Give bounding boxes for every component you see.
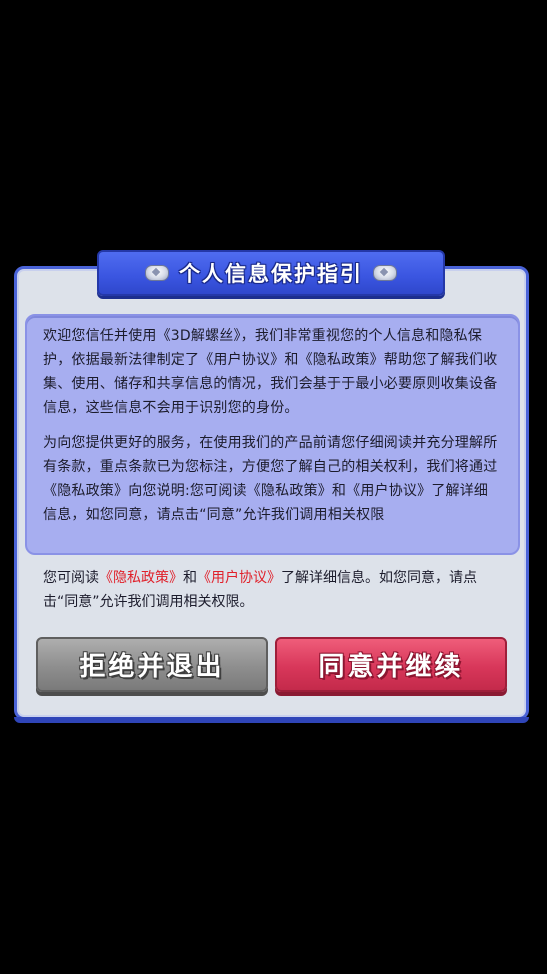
note-and: 和 <box>183 570 197 586</box>
agree-button-label: 同意并继续 <box>318 652 464 682</box>
consent-note: 您可阅读《隐私政策》和《用户协议》了解详细信息。如您同意，请点击“同意”允许我们… <box>43 566 505 614</box>
privacy-policy-link[interactable]: 《隐私政策》 <box>99 570 183 586</box>
info-paragraph-1: 欢迎您信任并使用《3D解螺丝》，我们非常重视您的个人信息和隐私保护，依据最新法律… <box>43 328 498 416</box>
info-paragraph-2: 为向您提供更好的服务，在使用我们的产品前请您仔细阅读并充分理解所有条款，重点条款… <box>43 435 498 523</box>
dialog-title-banner: 个人信息保护指引 <box>97 250 445 296</box>
right-ornament-icon <box>373 265 397 281</box>
agree-and-continue-button[interactable]: 同意并继续 <box>275 637 507 692</box>
reject-and-exit-button[interactable]: 拒绝并退出 <box>36 637 268 692</box>
reject-button-label: 拒绝并退出 <box>79 652 225 682</box>
dialog-title: 个人信息保护指引 <box>179 262 363 286</box>
screen: 个人信息保护指引 欢迎您信任并使用《3D解螺丝》，我们非常重视您的个人信息和隐私… <box>0 0 547 974</box>
left-ornament-icon <box>145 265 169 281</box>
privacy-info-box: 欢迎您信任并使用《3D解螺丝》，我们非常重视您的个人信息和隐私保护，依据最新法律… <box>25 314 520 555</box>
note-prefix: 您可阅读 <box>43 570 99 586</box>
user-agreement-link[interactable]: 《用户协议》 <box>197 570 281 586</box>
